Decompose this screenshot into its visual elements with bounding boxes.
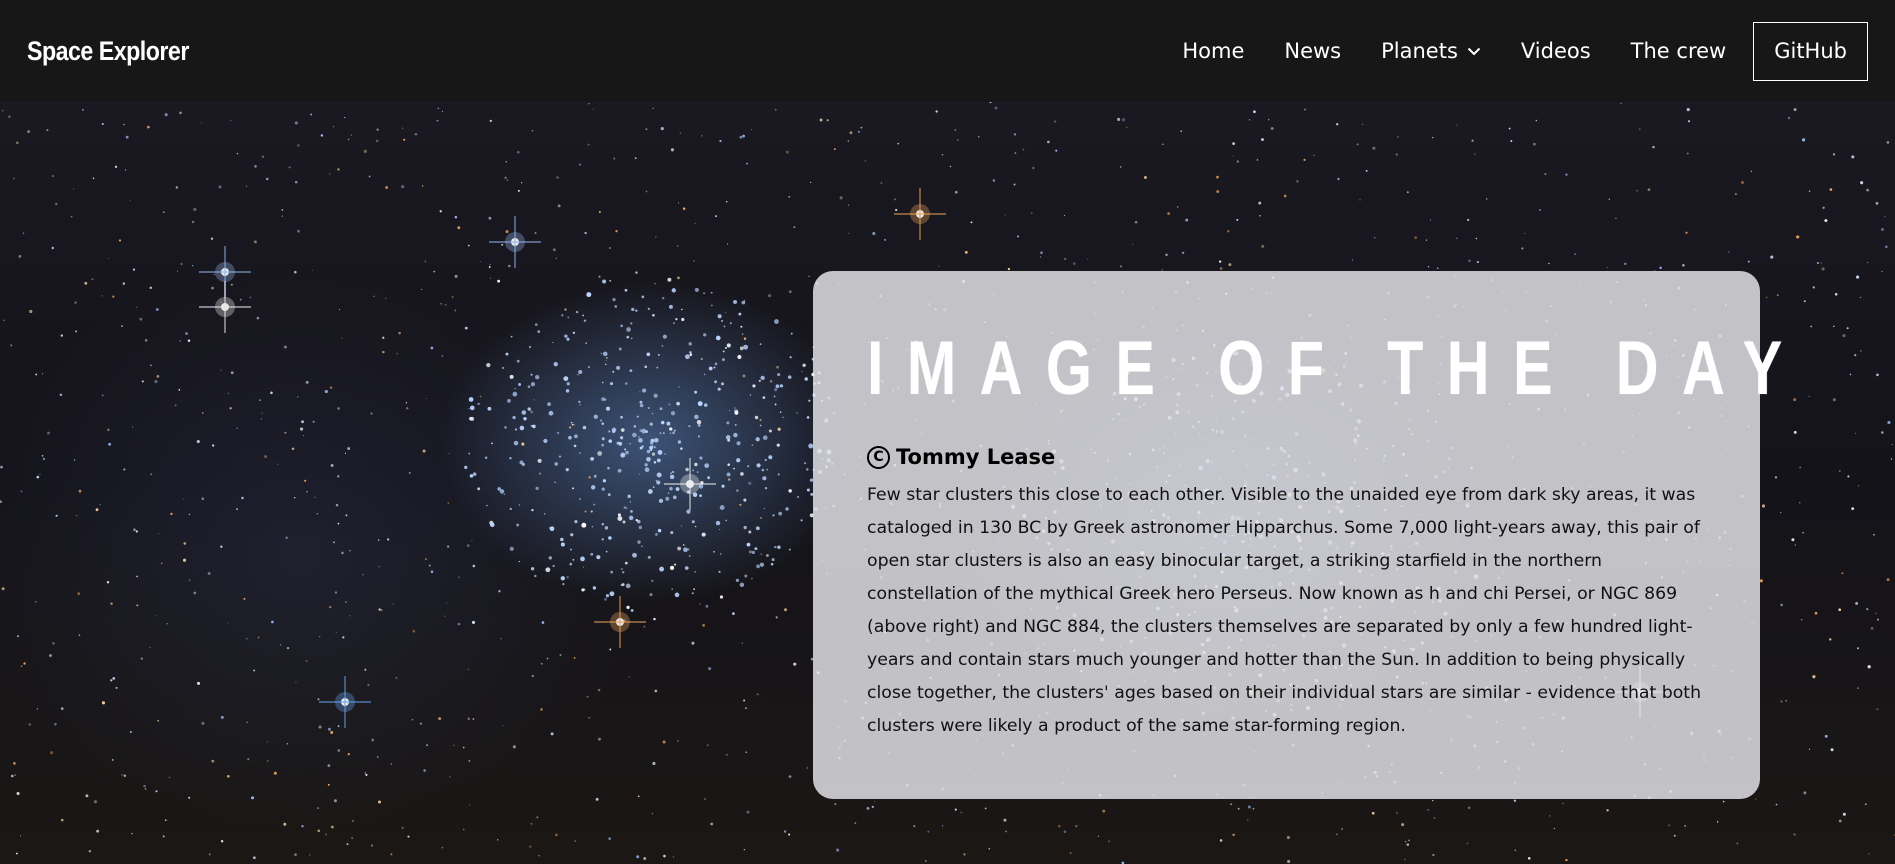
- nav-links: Home News Planets Videos The crew GitHub: [1182, 0, 1868, 102]
- nav-link-planets-dropdown[interactable]: Planets: [1381, 39, 1481, 63]
- nav-link-label: Home: [1182, 39, 1245, 63]
- nav-link-label: Planets: [1381, 39, 1458, 63]
- nav-link-home[interactable]: Home: [1182, 39, 1244, 63]
- brand-logo[interactable]: Space Explorer: [27, 36, 189, 67]
- github-button[interactable]: GitHub: [1753, 21, 1868, 81]
- image-description: Few star clusters this close to each oth…: [867, 485, 1702, 736]
- top-navbar: Space Explorer Home News Planets Videos …: [0, 0, 1895, 102]
- credit-name: Tommy Lease: [896, 445, 1056, 469]
- hero-starfield-background: IMAGE OF THE DAY C Tommy Lease Few star …: [0, 102, 1895, 864]
- copyright-icon: C: [867, 445, 890, 469]
- nav-link-news[interactable]: News: [1284, 39, 1341, 63]
- nav-link-videos[interactable]: Videos: [1521, 39, 1591, 63]
- nav-link-the-crew[interactable]: The crew: [1631, 39, 1727, 63]
- nav-link-label: The crew: [1630, 39, 1727, 63]
- image-of-the-day-title: IMAGE OF THE DAY: [867, 326, 1806, 411]
- nav-link-label: Videos: [1520, 39, 1591, 63]
- photo-credit: C Tommy Lease: [867, 445, 1706, 469]
- nav-link-label: News: [1284, 39, 1342, 63]
- chevron-down-icon: [1467, 44, 1481, 58]
- image-of-the-day-card: IMAGE OF THE DAY C Tommy Lease Few star …: [813, 271, 1806, 799]
